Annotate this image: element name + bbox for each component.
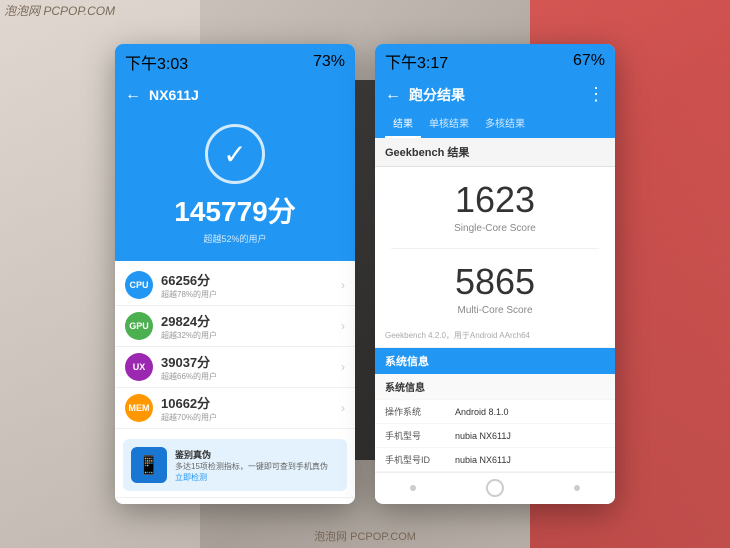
ad-desc: 多达15项检测指标，一键即可查到手机真伪	[175, 461, 328, 472]
metric-mem: MEM 10662分 超越70%的用户 ›	[115, 388, 355, 429]
cpu-chevron[interactable]: ›	[341, 278, 345, 292]
metric-ux: UX 39037分 超越66%的用户 ›	[115, 347, 355, 388]
mem-score: 10662分	[161, 393, 341, 412]
gb-footnote: Geekbench 4.2.0，用于Android AArch64	[375, 326, 615, 348]
device-title: NX611J	[149, 87, 199, 103]
score-desc: 超越52%的用户	[203, 232, 266, 245]
mem-desc: 超越70%的用户	[161, 412, 341, 423]
gb-nav-left: ← 跑分结果	[385, 85, 465, 105]
tab-results[interactable]: 结果	[385, 109, 421, 138]
cpu-desc: 超越78%的用户	[161, 289, 341, 300]
left-status-bar: 下午3:03 73%	[115, 44, 355, 80]
right-bottom-bar	[375, 472, 615, 503]
info-table: 系统信息 操作系统 Android 8.1.0 手机型号 nubia NX611…	[375, 374, 615, 472]
screens-container: 下午3:03 73% ← NX611J ✓ 145779分 超越52%的用户 C…	[115, 44, 615, 504]
metric-cpu: CPU 66256分 超越78%的用户 ›	[115, 265, 355, 306]
watermark-bottom: 泡泡网 PCPOP.COM	[314, 528, 416, 544]
os-val: Android 8.1.0	[455, 407, 509, 417]
gpu-score: 29824分	[161, 311, 341, 330]
system-info-header: 系统信息	[375, 348, 615, 374]
geekbench-section-title: Geekbench 结果	[375, 138, 615, 167]
cash-row: 🏷 当前手机可折现 广告	[115, 497, 355, 504]
left-time: 下午3:03	[125, 50, 188, 74]
multi-core-label: Multi-Core Score	[457, 305, 532, 316]
info-section-label: 系统信息	[385, 379, 425, 394]
info-row-model-id: 手机型号ID nubia NX611J	[375, 448, 615, 472]
ad-icon: 📱	[131, 447, 167, 483]
mem-info: 10662分 超越70%的用户	[161, 393, 341, 423]
gb-nav: ← 跑分结果 ⋮	[375, 78, 615, 109]
ux-info: 39037分 超越66%的用户	[161, 352, 341, 382]
right-time: 下午3:17	[385, 49, 448, 73]
os-key: 操作系统	[385, 405, 455, 418]
ad-link[interactable]: 立即检测	[175, 472, 328, 483]
cpu-badge: CPU	[125, 271, 153, 299]
right-status-bar: 下午3:17 67%	[375, 44, 615, 78]
ad-box: 📱 鉴别真伪 多达15项检测指标，一键即可查到手机真伪 立即检测	[123, 439, 347, 491]
ux-badge: UX	[125, 353, 153, 381]
single-core-score: 1623	[455, 179, 535, 221]
model-key: 手机型号	[385, 429, 455, 442]
ux-desc: 超越66%的用户	[161, 371, 341, 382]
multi-core-area: 5865 Multi-Core Score	[375, 255, 615, 326]
antutu-nav: ← NX611J	[115, 80, 355, 114]
gpu-badge: GPU	[125, 312, 153, 340]
right-signal: 67%	[573, 52, 605, 70]
right-phone: 下午3:17 67% ← 跑分结果 ⋮ 结果 单核结果 多核结果 Geekben…	[375, 44, 615, 504]
back-icon[interactable]: ←	[125, 86, 141, 104]
cpu-score: 66256分	[161, 270, 341, 289]
watermark-top: 泡泡网 PCPOP.COM	[4, 2, 115, 19]
gpu-info: 29824分 超越32%的用户	[161, 311, 341, 341]
gb-tabs: 结果 单核结果 多核结果	[375, 109, 615, 138]
gb-bottom-back-dot[interactable]	[410, 485, 416, 491]
score-circle: ✓	[205, 124, 265, 184]
gpu-desc: 超越32%的用户	[161, 330, 341, 341]
gb-bottom-recent-dot[interactable]	[574, 485, 580, 491]
mem-chevron[interactable]: ›	[341, 401, 345, 415]
info-row-os: 操作系统 Android 8.1.0	[375, 400, 615, 424]
cpu-info: 66256分 超越78%的用户	[161, 270, 341, 300]
ad-title: 鉴别真伪	[175, 448, 328, 461]
tab-single-core[interactable]: 单核结果	[421, 109, 477, 138]
metric-gpu: GPU 29824分 超越32%的用户 ›	[115, 306, 355, 347]
score-divider	[391, 248, 599, 249]
ux-score: 39037分	[161, 352, 341, 371]
score-area: ✓ 145779分 超越52%的用户	[115, 114, 355, 261]
single-core-area: 1623 Single-Core Score	[375, 167, 615, 242]
info-row-model: 手机型号 nubia NX611J	[375, 424, 615, 448]
metrics-list: CPU 66256分 超越78%的用户 › GPU 29824分 超越32%的用…	[115, 261, 355, 433]
model-id-val: nubia NX611J	[455, 455, 511, 465]
check-icon: ✓	[223, 138, 246, 171]
gb-bottom-home-circle[interactable]	[486, 479, 504, 497]
model-id-key: 手机型号ID	[385, 453, 455, 466]
multi-core-score: 5865	[455, 261, 535, 303]
left-phone: 下午3:03 73% ← NX611J ✓ 145779分 超越52%的用户 C…	[115, 44, 355, 504]
single-core-label: Single-Core Score	[454, 223, 536, 234]
model-val: nubia NX611J	[455, 431, 511, 441]
gpu-chevron[interactable]: ›	[341, 319, 345, 333]
gb-more-icon[interactable]: ⋮	[587, 84, 605, 105]
left-signal: 73%	[313, 53, 345, 71]
ux-chevron[interactable]: ›	[341, 360, 345, 374]
mem-badge: MEM	[125, 394, 153, 422]
ad-content: 鉴别真伪 多达15项检测指标，一键即可查到手机真伪 立即检测	[175, 448, 328, 483]
tab-multi-core[interactable]: 多核结果	[477, 109, 533, 138]
info-row-header: 系统信息	[375, 374, 615, 400]
total-score: 145779分	[174, 190, 295, 230]
gb-title: 跑分结果	[409, 85, 465, 105]
gb-back-icon[interactable]: ←	[385, 86, 401, 104]
